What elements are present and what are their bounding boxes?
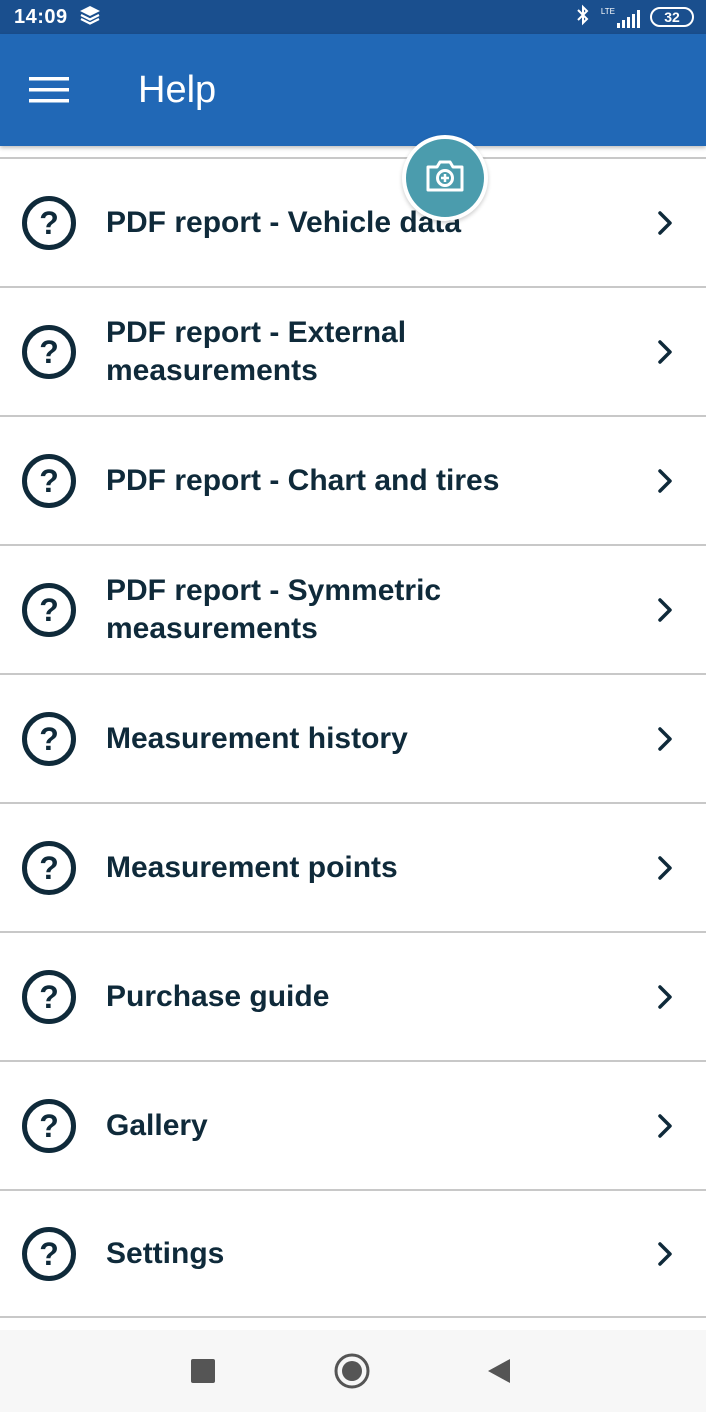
list-item-label: PDF report - Symmetric measurements bbox=[106, 573, 442, 645]
svg-text:?: ? bbox=[39, 592, 59, 628]
list-item[interactable]: ? Gallery bbox=[0, 1060, 706, 1189]
chevron-right-icon bbox=[652, 208, 678, 238]
list-item-label: Measurement points bbox=[106, 850, 398, 884]
battery-icon: 32 bbox=[650, 7, 694, 27]
network-label: LTE bbox=[600, 7, 615, 16]
svg-text:?: ? bbox=[39, 205, 59, 241]
bluetooth-icon bbox=[575, 4, 591, 31]
chevron-right-icon bbox=[652, 724, 678, 754]
question-circle-icon: ? bbox=[20, 710, 78, 768]
recents-square-icon[interactable] bbox=[190, 1358, 216, 1384]
list-item[interactable]: ? Measurement points bbox=[0, 802, 706, 931]
question-circle-icon: ? bbox=[20, 1097, 78, 1155]
question-circle-icon: ? bbox=[20, 839, 78, 897]
app-bar: Help bbox=[0, 34, 706, 146]
status-right: LTE 32 bbox=[575, 4, 694, 31]
camera-icon bbox=[424, 158, 466, 199]
chevron-right-icon bbox=[652, 982, 678, 1012]
page-title: Help bbox=[138, 68, 217, 111]
list-item[interactable]: ? PDF report - External measurements bbox=[0, 286, 706, 415]
signal-bars bbox=[617, 10, 640, 28]
list-item[interactable]: ? PDF report - Vehicle data bbox=[0, 157, 706, 286]
svg-text:?: ? bbox=[39, 850, 59, 886]
question-circle-icon: ? bbox=[20, 968, 78, 1026]
home-circle-icon[interactable] bbox=[333, 1352, 371, 1390]
question-circle-icon: ? bbox=[20, 323, 78, 381]
list-item[interactable]: ? PDF report - Chart and tires bbox=[0, 415, 706, 544]
status-left: 14:09 bbox=[14, 4, 102, 31]
list-item[interactable]: ? PDF report - Symmetric measurements bbox=[0, 544, 706, 673]
layers-icon bbox=[78, 4, 102, 31]
chevron-right-icon bbox=[652, 1239, 678, 1269]
svg-text:?: ? bbox=[39, 1236, 59, 1272]
svg-text:?: ? bbox=[39, 721, 59, 757]
list-item[interactable]: ? Purchase guide bbox=[0, 931, 706, 1060]
chevron-right-icon bbox=[652, 1111, 678, 1141]
question-circle-icon: ? bbox=[20, 452, 78, 510]
signal-icon: LTE bbox=[601, 6, 640, 28]
help-list: ? PDF report - Vehicle data ? PDF report… bbox=[0, 157, 706, 1318]
question-circle-icon: ? bbox=[20, 1225, 78, 1283]
svg-text:?: ? bbox=[39, 979, 59, 1015]
question-circle-icon: ? bbox=[20, 194, 78, 252]
list-item-label: PDF report - External measurements bbox=[106, 315, 407, 387]
list-item-label: Measurement history bbox=[106, 721, 408, 755]
list-item-label: Purchase guide bbox=[106, 979, 330, 1013]
list-item-label: PDF report - Chart and tires bbox=[106, 463, 500, 497]
list-item-label: Gallery bbox=[106, 1108, 208, 1142]
question-circle-icon: ? bbox=[20, 581, 78, 639]
back-triangle-icon[interactable] bbox=[486, 1357, 512, 1385]
camera-button[interactable] bbox=[402, 135, 488, 221]
status-bar: 14:09 LTE 32 bbox=[0, 0, 706, 34]
system-nav-bar bbox=[0, 1330, 706, 1412]
list-item-label: Settings bbox=[106, 1236, 225, 1270]
svg-text:?: ? bbox=[39, 1108, 59, 1144]
chevron-right-icon bbox=[652, 853, 678, 883]
list-item-label: PDF report - Vehicle data bbox=[106, 205, 462, 239]
status-time: 14:09 bbox=[14, 5, 68, 28]
chevron-right-icon bbox=[652, 337, 678, 367]
chevron-right-icon bbox=[652, 466, 678, 496]
chevron-right-icon bbox=[652, 595, 678, 625]
svg-text:?: ? bbox=[39, 463, 59, 499]
hamburger-menu-icon[interactable] bbox=[0, 34, 98, 146]
svg-text:?: ? bbox=[39, 334, 59, 370]
list-item[interactable]: ? Settings bbox=[0, 1189, 706, 1318]
list-item[interactable]: ? Measurement history bbox=[0, 673, 706, 802]
